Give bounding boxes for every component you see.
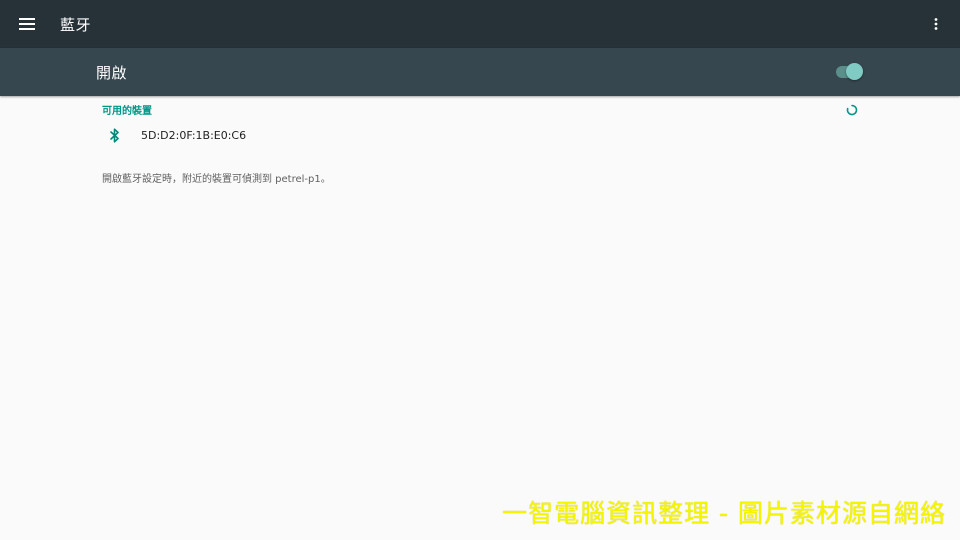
- overflow-menu-button[interactable]: [924, 12, 948, 36]
- menu-icon: [19, 18, 35, 30]
- device-name: 5D:D2:0F:1B:E0:C6: [141, 128, 247, 142]
- discoverable-note: 開啟藍牙設定時，附近的裝置可偵測到 petrel-p1。: [102, 174, 331, 185]
- app-bar: 藍牙: [0, 0, 960, 48]
- watermark-text: 一智電腦資訊整理 - 圖片素材源自網絡: [502, 499, 946, 528]
- available-devices-header: 可用的裝置: [102, 106, 152, 117]
- device-list-item[interactable]: 5D:D2:0F:1B:E0:C6: [96, 122, 876, 148]
- bluetooth-icon: [96, 122, 134, 148]
- switch-bar-label: 開啟: [96, 64, 128, 82]
- more-vert-icon: [934, 15, 938, 34]
- progress-spinner-icon: [846, 101, 858, 116]
- main-content: 可用的裝置 5D:D2:0F:1B:E0:C6 開啟藍牙設定時，附近的裝置可偵測…: [0, 96, 960, 540]
- toggle-thumb: [846, 63, 863, 80]
- bluetooth-toggle[interactable]: [836, 63, 864, 81]
- switch-bar: 開啟: [0, 48, 960, 96]
- page-title: 藍牙: [60, 15, 92, 34]
- menu-button[interactable]: [0, 0, 54, 48]
